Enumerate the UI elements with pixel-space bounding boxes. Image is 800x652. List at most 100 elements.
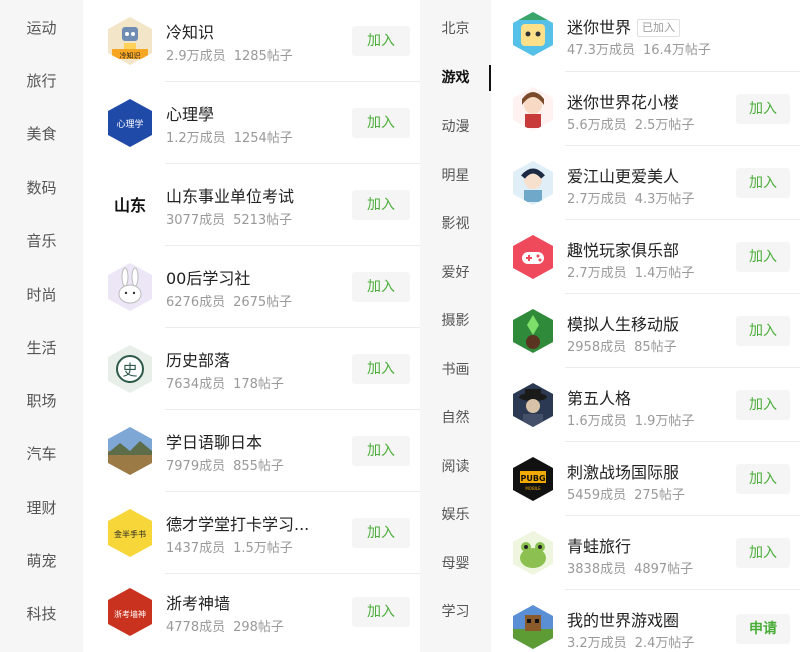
group-name: 山东事业单位考试 xyxy=(166,187,295,206)
group-stats: 3.2万成员 2.4万帖子 xyxy=(567,636,695,651)
group-row[interactable]: 冷知识 冷知识 2.9万成员 1285帖子 加入 xyxy=(83,0,420,82)
group-stats: 6276成员 2675帖子 xyxy=(166,295,293,310)
travel-frog-icon xyxy=(513,531,553,575)
group-row[interactable]: 青蛙旅行 3838成员 4897帖子 加入 xyxy=(491,516,800,590)
category-item[interactable]: 北京 xyxy=(420,19,491,39)
left-category-sidebar: 运动 旅行 美食 数码 音乐 时尚 生活 职场 汽车 理财 萌宠 科技 xyxy=(0,0,83,652)
category-item[interactable]: 汽车 xyxy=(0,444,83,464)
group-name: 爱江山更爱美人 xyxy=(567,167,680,186)
category-item[interactable]: 运动 xyxy=(0,18,83,38)
group-name: 冷知识 xyxy=(166,23,215,42)
group-stats: 4778成员 298帖子 xyxy=(166,620,284,635)
category-item[interactable]: 时尚 xyxy=(0,285,83,305)
group-row[interactable]: PUBG MOBILE 刺激战场国际服 5459成员 275帖子 加入 xyxy=(491,442,800,516)
category-item[interactable]: 娱乐 xyxy=(420,505,491,525)
group-name: 迷你世界花小楼 xyxy=(567,93,680,112)
group-row[interactable]: 学日语聊日本 7979成员 855帖子 加入 xyxy=(83,410,420,492)
join-button[interactable]: 加入 xyxy=(736,168,790,198)
group-row[interactable]: 第五人格 1.6万成员 1.9万帖子 加入 xyxy=(491,368,800,442)
zhekao-red-icon: 浙考墙神 xyxy=(108,588,152,636)
left-group-list: 冷知识 冷知识 2.9万成员 1285帖子 加入 心理学 心理學 1.2万成员 12… xyxy=(83,0,420,652)
category-item[interactable]: 自然 xyxy=(420,408,491,428)
group-stats: 3077成员 5213帖子 xyxy=(166,213,293,228)
category-item[interactable]: 理财 xyxy=(0,498,83,518)
join-button[interactable]: 加入 xyxy=(736,242,790,272)
group-name: 浙考神墙 xyxy=(166,594,231,613)
group-name: 德才学堂打卡学习... xyxy=(166,515,310,534)
join-button[interactable]: 加入 xyxy=(352,436,410,466)
join-button[interactable]: 加入 xyxy=(736,464,790,494)
category-item[interactable]: 职场 xyxy=(0,391,83,411)
group-stats: 7634成员 178帖子 xyxy=(166,377,284,392)
category-item[interactable]: 科技 xyxy=(0,604,83,624)
group-name: 我的世界游戏圈 xyxy=(567,611,680,630)
category-item[interactable]: 明星 xyxy=(420,166,491,186)
group-row[interactable]: 趣悦玩家俱乐部 2.7万成员 1.4万帖子 加入 xyxy=(491,220,800,294)
join-button[interactable]: 加入 xyxy=(352,272,410,302)
join-button[interactable]: 加入 xyxy=(736,390,790,420)
join-button[interactable]: 加入 xyxy=(352,518,410,548)
category-item[interactable]: 动漫 xyxy=(420,117,491,137)
category-item[interactable]: 母婴 xyxy=(420,554,491,574)
svg-text:浙考墙神: 浙考墙神 xyxy=(114,609,146,619)
join-button[interactable]: 加入 xyxy=(352,597,410,627)
group-stats: 7979成员 855帖子 xyxy=(166,459,284,474)
group-name: 刺激战场国际服 xyxy=(567,463,680,482)
group-row[interactable]: 山东 山东事业单位考试 3077成员 5213帖子 加入 xyxy=(83,164,420,246)
sims-plumbob-icon xyxy=(513,309,553,353)
group-row[interactable]: 模拟人生移动版 2958成员 85帖子 加入 xyxy=(491,294,800,368)
category-item[interactable]: 学习 xyxy=(420,602,491,622)
category-item[interactable]: 萌宠 xyxy=(0,551,83,571)
identity-v-icon xyxy=(513,383,553,427)
group-row[interactable]: 心理学 心理學 1.2万成员 1254帖子 加入 xyxy=(83,82,420,164)
group-row[interactable]: 金半手书 德才学堂打卡学习... 1437成员 1.5万帖子 加入 xyxy=(83,492,420,574)
category-item[interactable]: 数码 xyxy=(0,178,83,198)
join-button[interactable]: 加入 xyxy=(352,26,410,56)
join-button[interactable]: 加入 xyxy=(736,538,790,568)
group-stats: 2.7万成员 4.3万帖子 xyxy=(567,192,695,207)
group-row[interactable]: 我的世界游戏圈 3.2万成员 2.4万帖子 申请 xyxy=(491,590,800,652)
category-item[interactable]: 生活 xyxy=(0,338,83,358)
group-stats: 1.2万成员 1254帖子 xyxy=(166,131,293,146)
right-group-list: 迷你世界 已加入 47.3万成员 16.4万帖子 迷你世界花小楼 5.6万成员 2.5… xyxy=(491,0,800,652)
right-category-sidebar: 北京 游戏 动漫 明星 影视 爱好 摄影 书画 自然 阅读 娱乐 母婴 学习 xyxy=(420,0,491,652)
group-row[interactable]: 迷你世界 已加入 47.3万成员 16.4万帖子 xyxy=(491,0,800,72)
shandong-text-icon: 山东 xyxy=(108,181,152,229)
mini-world-icon xyxy=(513,12,553,56)
history-seal-icon: 史 xyxy=(108,345,152,393)
group-name: 心理學 xyxy=(166,105,215,124)
group-row[interactable]: 史 历史部落 7634成员 178帖子 加入 xyxy=(83,328,420,410)
category-item[interactable]: 书画 xyxy=(420,360,491,380)
group-stats: 2.9万成员 1285帖子 xyxy=(166,49,293,64)
group-stats: 47.3万成员 16.4万帖子 xyxy=(567,43,711,58)
svg-text:MOBILE: MOBILE xyxy=(525,486,541,491)
category-item[interactable]: 爱好 xyxy=(420,263,491,283)
category-item[interactable]: 阅读 xyxy=(420,457,491,477)
join-button[interactable]: 加入 xyxy=(736,316,790,346)
group-row[interactable]: 爱江山更爱美人 2.7万成员 4.3万帖子 加入 xyxy=(491,146,800,220)
psychology-logo-icon: 心理学 xyxy=(108,99,152,147)
group-name: 学日语聊日本 xyxy=(166,433,263,452)
svg-text:金半手书: 金半手书 xyxy=(114,529,146,539)
join-button[interactable]: 加入 xyxy=(352,190,410,220)
group-stats: 5459成员 275帖子 xyxy=(567,488,685,503)
category-item[interactable]: 影视 xyxy=(420,214,491,234)
group-name: 第五人格 xyxy=(567,389,632,408)
category-item-active[interactable]: 游戏 xyxy=(420,68,491,88)
join-button[interactable]: 加入 xyxy=(736,94,790,124)
group-row[interactable]: 00后学习社 6276成员 2675帖子 加入 xyxy=(83,246,420,328)
group-row[interactable]: 浙考墙神 浙考神墙 4778成员 298帖子 加入 xyxy=(83,574,420,652)
join-button[interactable]: 加入 xyxy=(352,354,410,384)
svg-text:心理学: 心理学 xyxy=(116,118,143,130)
category-item[interactable]: 美食 xyxy=(0,124,83,144)
landscape-photo-icon xyxy=(108,427,152,475)
category-item[interactable]: 音乐 xyxy=(0,231,83,251)
join-button[interactable]: 加入 xyxy=(352,108,410,138)
apply-button[interactable]: 申请 xyxy=(736,614,790,644)
category-item[interactable]: 摄影 xyxy=(420,311,491,331)
gamepad-icon xyxy=(513,235,553,279)
group-row[interactable]: 迷你世界花小楼 5.6万成员 2.5万帖子 加入 xyxy=(491,72,800,146)
category-item[interactable]: 旅行 xyxy=(0,71,83,91)
group-name: 青蛙旅行 xyxy=(567,537,632,556)
minecraft-icon xyxy=(513,605,553,649)
